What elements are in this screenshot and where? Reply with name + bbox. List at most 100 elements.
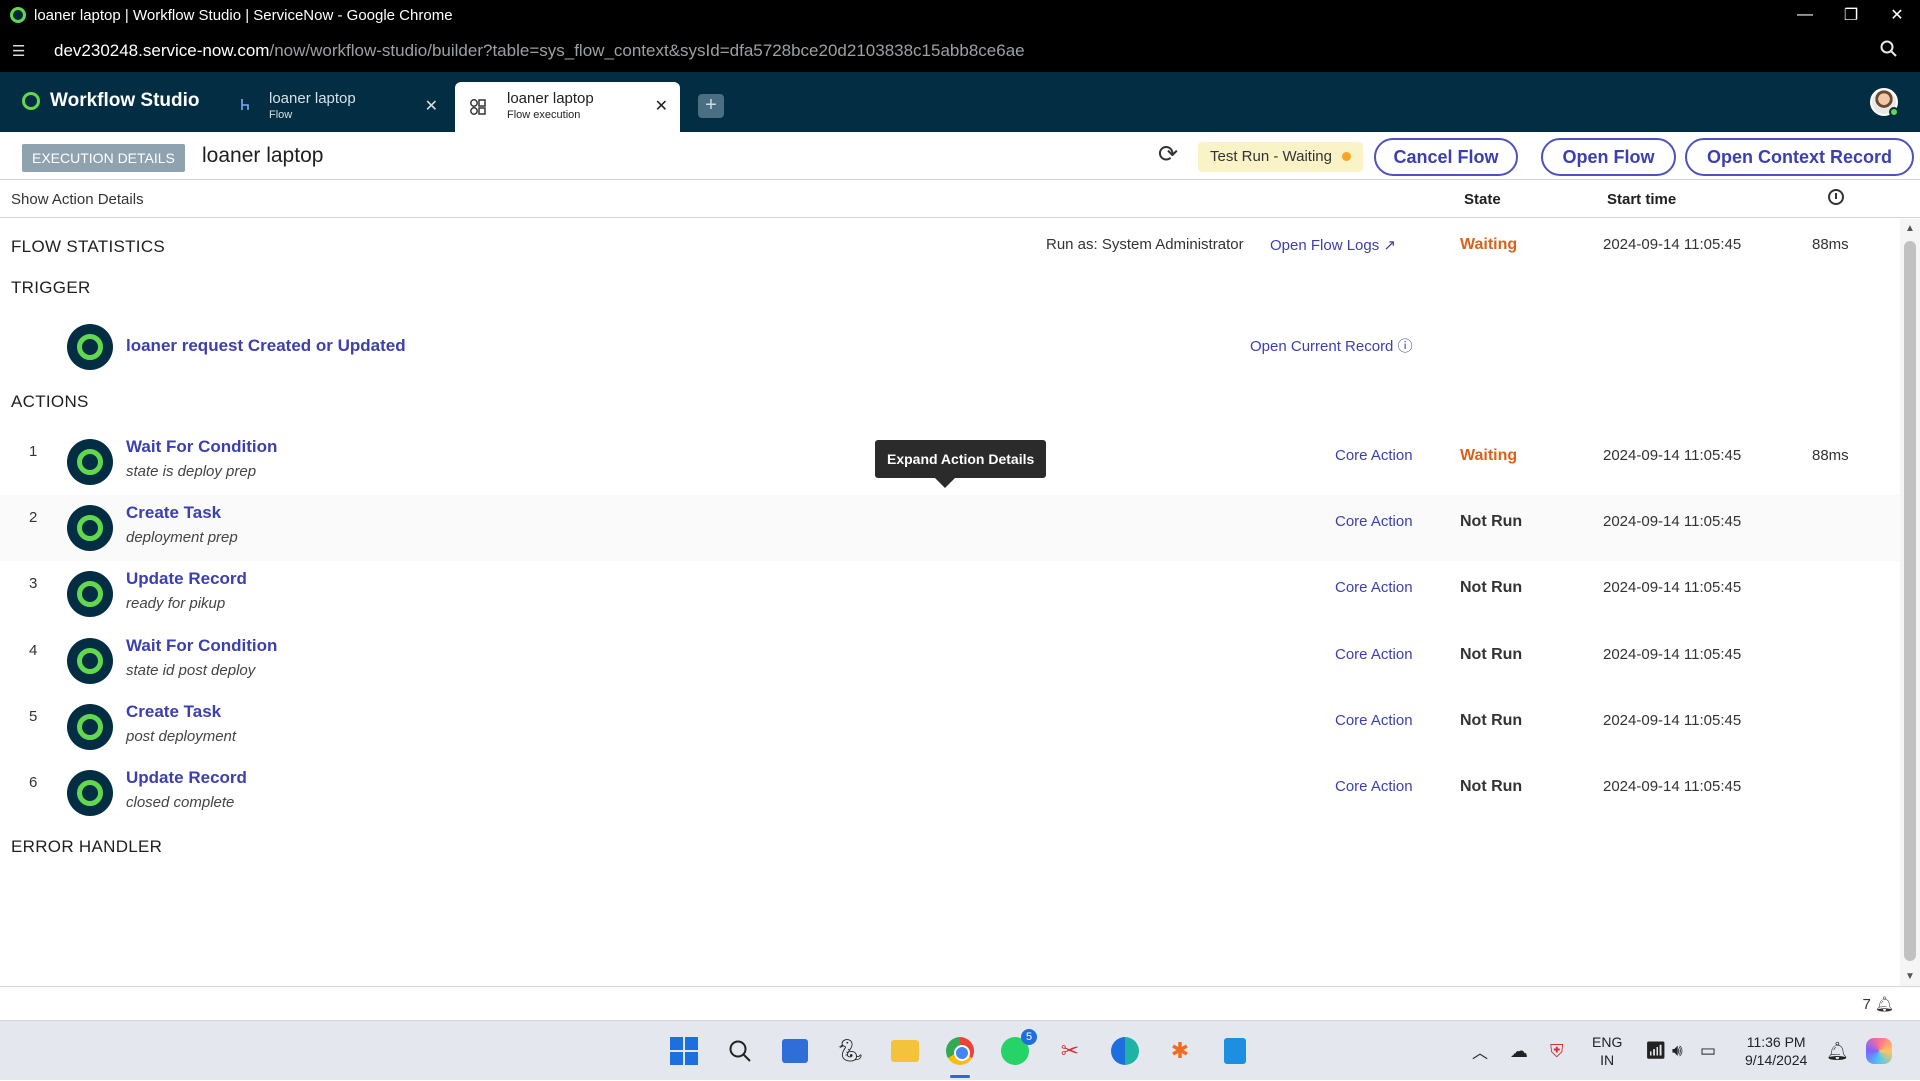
action-row[interactable]: 5 Create Task post deployment Core Actio… (0, 694, 1900, 760)
action-row[interactable]: 2 Create Task deployment prep Core Actio… (0, 495, 1900, 561)
refresh-icon[interactable]: ⟳ (1158, 140, 1178, 169)
action-number: 6 (29, 774, 38, 791)
app-icon[interactable]: ✱ (1164, 1035, 1196, 1067)
execution-toolbar: EXECUTION DETAILS loaner laptop ⟳ Test R… (0, 132, 1920, 180)
action-start-time: 2024-09-14 11:05:45 (1603, 447, 1742, 464)
notepad-icon[interactable] (1219, 1035, 1251, 1067)
site-info-icon[interactable]: ☰ (12, 42, 34, 60)
action-node-icon (67, 505, 113, 551)
tab-flow[interactable]: loaner laptop Flow ✕ (225, 82, 450, 132)
address-bar[interactable]: ☰ dev230248.service-now.com/now/workflow… (0, 30, 1920, 72)
action-name[interactable]: Wait For Condition (126, 437, 277, 457)
volume-icon[interactable]: 🔊︎ (1672, 1021, 1683, 1081)
error-handler-heading: ERROR HANDLER (11, 837, 163, 856)
close-window-button[interactable]: ✕ (1874, 0, 1920, 30)
search-icon[interactable] (724, 1035, 756, 1067)
scroll-down-arrow-icon[interactable]: ▼ (1905, 971, 1915, 982)
trigger-label[interactable]: loaner request Created or Updated (126, 336, 406, 356)
windows-taskbar: 🐍︎ 5 ✂︎ ✱ ︿ ☁︎ ⛨ ENG IN 📶︎ 🔊︎ ▭ 11:36 PM 9… (0, 1020, 1920, 1080)
clock-icon (1828, 189, 1844, 205)
language-indicator[interactable]: ENG IN (1592, 1021, 1622, 1081)
vertical-scrollbar[interactable]: ▲ ▼ (1900, 219, 1920, 986)
whatsapp-badge: 5 (1021, 1029, 1037, 1045)
notification-bell-icon[interactable]: 🔔︎ (1826, 1021, 1849, 1081)
action-name[interactable]: Wait For Condition (126, 636, 277, 656)
close-icon[interactable]: ✕ (425, 96, 438, 116)
studio-footer: 7 🔔︎ (0, 986, 1920, 1020)
snipping-tool-icon[interactable]: ✂︎ (1054, 1035, 1086, 1067)
open-current-record-link[interactable]: Open Current Record ⓘ (1250, 335, 1413, 356)
open-flow-logs-link[interactable]: Open Flow Logs ↗ (1270, 236, 1396, 254)
scroll-up-arrow-icon[interactable]: ▲ (1905, 223, 1915, 234)
action-name[interactable]: Update Record (126, 768, 247, 788)
brand-label: Workflow Studio (50, 90, 200, 111)
action-type-link[interactable]: Core Action (1335, 712, 1413, 729)
flow-execution-icon (469, 98, 487, 119)
python-icon[interactable]: 🐍︎ (834, 1035, 866, 1067)
action-node-icon (67, 439, 113, 485)
action-row[interactable]: 6 Update Record closed complete Core Act… (0, 760, 1900, 826)
action-row[interactable]: 4 Wait For Condition state id post deplo… (0, 628, 1900, 694)
workflow-studio-header: Workflow Studio loaner laptop Flow ✕ loa… (0, 72, 1920, 132)
start-button[interactable] (668, 1035, 700, 1067)
trigger-node-icon (67, 324, 113, 370)
url-text[interactable]: dev230248.service-now.com/now/workflow-s… (54, 41, 1025, 61)
minimize-button[interactable]: — (1782, 0, 1828, 30)
info-icon: ⓘ (1397, 338, 1413, 355)
copilot-icon[interactable] (1866, 1021, 1892, 1081)
file-explorer-icon[interactable] (889, 1035, 921, 1067)
online-status-icon (1889, 107, 1899, 117)
action-description: state is deploy prep (126, 463, 257, 480)
tab-flow-title: loaner laptop (269, 90, 356, 107)
execution-content: FLOW STATISTICS Run as: System Administr… (0, 219, 1900, 986)
wifi-icon[interactable]: 📶︎ (1645, 1021, 1667, 1081)
run-as-text: Run as: System Administrator (1046, 236, 1244, 253)
action-type-link[interactable]: Core Action (1335, 579, 1413, 596)
workflow-studio-brand[interactable]: Workflow Studio (22, 90, 200, 112)
action-type-link[interactable]: Core Action (1335, 513, 1413, 530)
action-description: state id post deploy (126, 662, 256, 679)
action-state: Waiting (1460, 447, 1518, 464)
window-title: loaner laptop | Workflow Studio | Servic… (34, 6, 453, 24)
servicenow-logo-icon (22, 92, 40, 110)
restore-button[interactable]: ❐ (1828, 0, 1874, 30)
action-name[interactable]: Create Task (126, 702, 221, 722)
chrome-icon[interactable] (944, 1035, 976, 1067)
execution-details-badge: EXECUTION DETAILS (22, 144, 185, 172)
action-start-time: 2024-09-14 11:05:45 (1603, 513, 1742, 530)
action-row[interactable]: 3 Update Record ready for pikup Core Act… (0, 561, 1900, 627)
status-dot-icon (1342, 152, 1351, 161)
close-icon[interactable]: ✕ (655, 96, 668, 116)
action-type-link[interactable]: Core Action (1335, 447, 1413, 464)
show-hidden-icons-chevron-icon[interactable]: ︿ (1472, 1021, 1488, 1081)
zoom-icon[interactable] (1880, 40, 1898, 63)
whatsapp-icon[interactable]: 5 (999, 1029, 1037, 1067)
scrollbar-thumb[interactable] (1904, 241, 1916, 961)
new-tab-button[interactable]: + (698, 94, 724, 118)
action-start-time: 2024-09-14 11:05:45 (1603, 778, 1742, 795)
user-avatar[interactable] (1870, 88, 1899, 117)
state-column-header: State (1464, 191, 1501, 208)
bell-icon: 🔔︎ (1870, 996, 1894, 1013)
action-name[interactable]: Create Task (126, 503, 221, 523)
open-flow-button[interactable]: Open Flow (1541, 138, 1676, 176)
battery-icon[interactable]: ▭ (1700, 1021, 1716, 1081)
trigger-heading: TRIGGER (11, 278, 91, 297)
flow-statistics-heading: FLOW STATISTICS (11, 237, 166, 256)
action-type-link[interactable]: Core Action (1335, 778, 1413, 795)
cancel-flow-button[interactable]: Cancel Flow (1374, 138, 1518, 176)
system-clock[interactable]: 11:36 PM 9/14/2024 (1745, 1021, 1807, 1081)
edge-icon[interactable] (1109, 1035, 1141, 1067)
flow-state: Waiting (1460, 236, 1518, 253)
microsoft-store-icon[interactable] (779, 1035, 811, 1067)
tab-flow-execution[interactable]: loaner laptop Flow execution ✕ (455, 82, 680, 132)
page-title: loaner laptop (202, 144, 324, 167)
open-context-record-button[interactable]: Open Context Record (1685, 138, 1914, 176)
notifications-button[interactable]: 7 🔔︎ (1862, 995, 1894, 1013)
action-name[interactable]: Update Record (126, 569, 247, 589)
action-type-link[interactable]: Core Action (1335, 646, 1413, 663)
action-state: Not Run (1460, 712, 1523, 729)
show-action-details-toggle[interactable]: Show Action Details (11, 191, 144, 208)
security-icon[interactable]: ⛨ (1550, 1021, 1564, 1081)
onedrive-offline-icon[interactable]: ☁︎ (1510, 1021, 1528, 1081)
